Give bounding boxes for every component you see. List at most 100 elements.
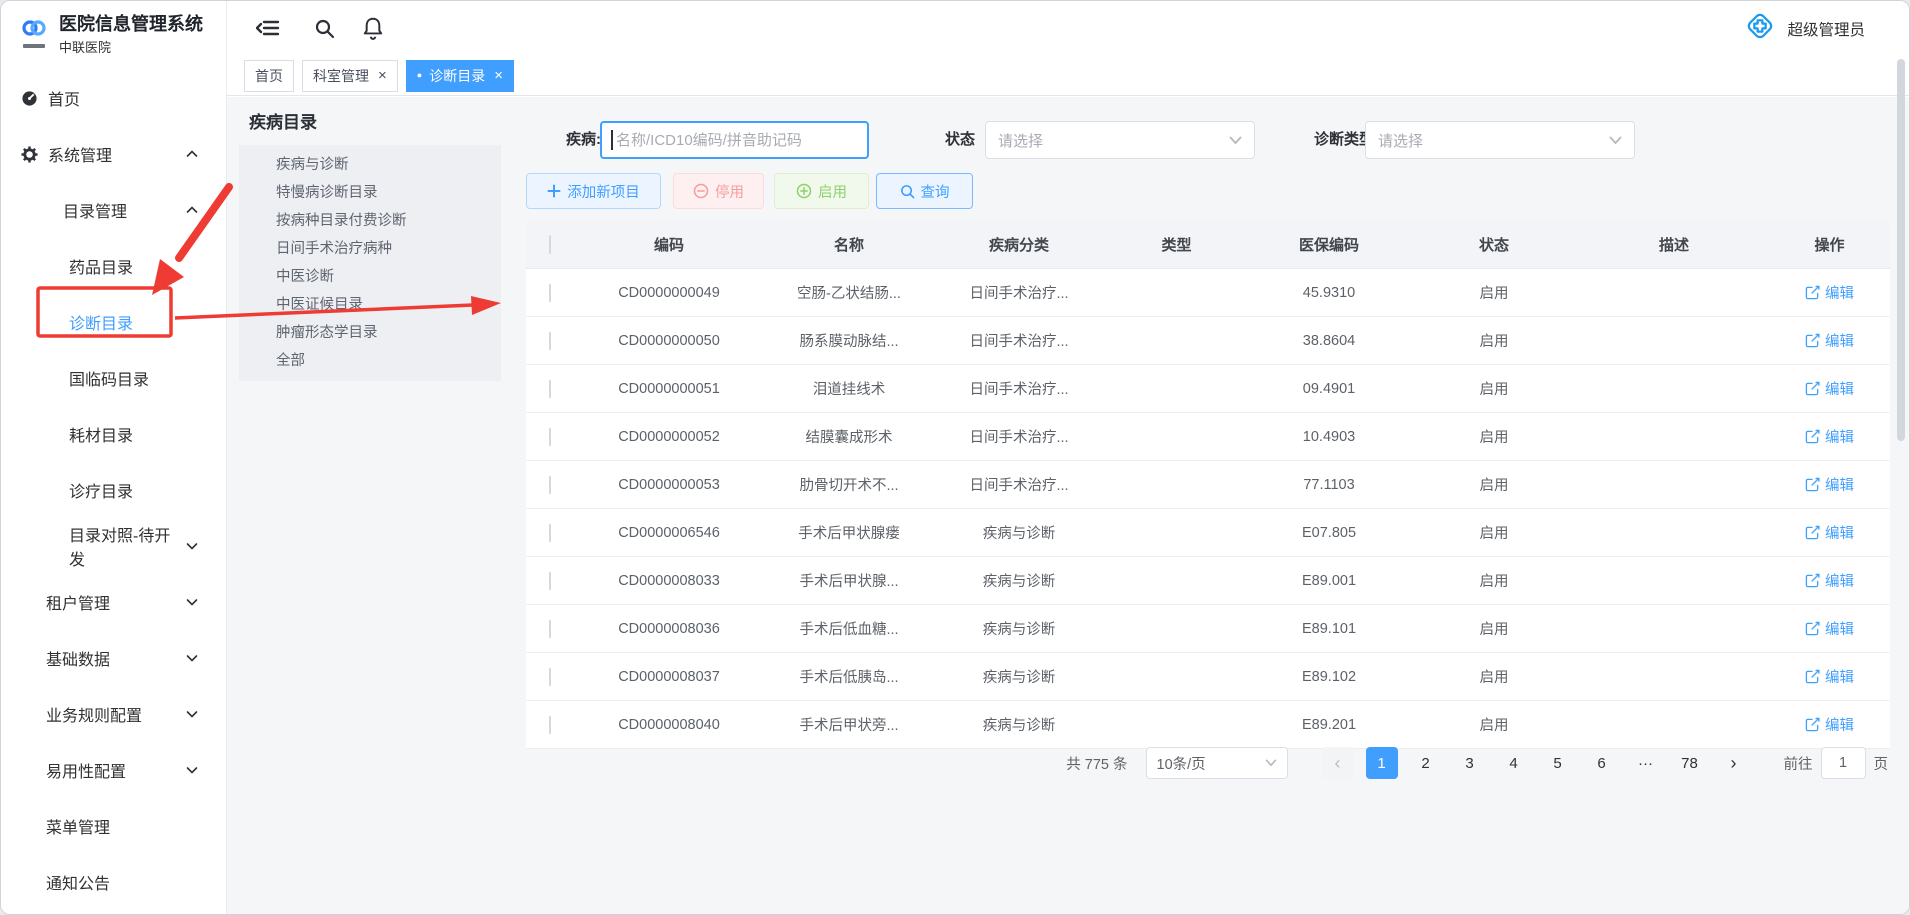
edit-button[interactable]: 编辑	[1805, 282, 1854, 303]
plus-icon	[547, 184, 561, 198]
sidebar-item[interactable]: 系统管理	[1, 126, 226, 182]
scrollbar-thumb[interactable]	[1897, 59, 1905, 441]
sidebar-item[interactable]: 易用性配置	[1, 742, 226, 798]
sidebar-item[interactable]: 菜单管理	[1, 798, 226, 854]
status-select-value: 请选择	[998, 130, 1043, 151]
edit-button[interactable]: 编辑	[1805, 570, 1854, 591]
table-row: CD0000006546 手术后甲状腺瘘 疾病与诊断 E07.805 启用 编辑	[526, 509, 1890, 557]
sidebar-item[interactable]: 药品目录	[1, 238, 226, 294]
row-checkbox[interactable]	[549, 572, 551, 590]
tab[interactable]: 首页	[244, 60, 294, 92]
collapse-menu-icon[interactable]	[256, 18, 280, 38]
sidebar-item[interactable]: 基础数据	[1, 630, 226, 686]
select-all-checkbox[interactable]	[549, 235, 551, 254]
row-checkbox[interactable]	[549, 476, 551, 494]
list-item[interactable]: 全部	[239, 347, 501, 375]
page-number-button[interactable]: ···	[1630, 747, 1662, 779]
edit-button[interactable]: 编辑	[1805, 618, 1854, 639]
page-number-button[interactable]: 78	[1674, 747, 1706, 779]
next-page-button[interactable]: ›	[1718, 747, 1750, 779]
row-checkbox[interactable]	[549, 428, 551, 446]
diagnosis-type-select[interactable]: 请选择	[1365, 121, 1635, 159]
sidebar-item[interactable]: 租户管理	[1, 574, 226, 630]
row-checkbox[interactable]	[549, 524, 551, 542]
list-item[interactable]: 特慢病诊断目录	[239, 179, 501, 207]
status-filter-label: 状态	[945, 121, 975, 159]
sidebar-item[interactable]: 国临码目录	[1, 350, 226, 406]
search-icon	[900, 184, 915, 199]
diagnosis-type-select-value: 请选择	[1378, 130, 1423, 151]
list-item[interactable]: 日间手术治疗病种	[239, 235, 501, 263]
row-checkbox[interactable]	[549, 332, 551, 350]
list-item[interactable]: 中医诊断	[239, 263, 501, 291]
row-checkbox[interactable]	[549, 380, 551, 398]
list-item[interactable]: 按病种目录付费诊断	[239, 207, 501, 235]
name-cell: 结膜囊成形术	[764, 413, 934, 461]
sidebar-item[interactable]: 耗材目录	[1, 406, 226, 462]
edit-button[interactable]: 编辑	[1805, 474, 1854, 495]
page-size-select[interactable]: 10条/页	[1146, 747, 1288, 779]
edit-label: 编辑	[1825, 330, 1854, 351]
sidebar-item[interactable]: 诊疗目录	[1, 462, 226, 518]
search-icon[interactable]	[314, 18, 335, 39]
enable-button[interactable]: 启用	[774, 173, 869, 209]
list-item[interactable]: 疾病与诊断	[239, 151, 501, 179]
sidebar-item[interactable]: 诊断目录	[1, 294, 226, 350]
edit-button[interactable]: 编辑	[1805, 522, 1854, 543]
edit-button[interactable]: 编辑	[1805, 378, 1854, 399]
sidebar-item[interactable]: 目录对照-待开发	[1, 518, 226, 574]
total-count: 共 775 条	[1066, 753, 1127, 774]
row-checkbox[interactable]	[549, 716, 551, 734]
edit-label: 编辑	[1825, 522, 1854, 543]
edit-button[interactable]: 编辑	[1805, 426, 1854, 447]
sidebar-item[interactable]: 目录管理	[1, 182, 226, 238]
edit-label: 编辑	[1825, 618, 1854, 639]
sidebar-item[interactable]: 业务规则配置	[1, 686, 226, 742]
page-number-button[interactable]: 1	[1366, 747, 1398, 779]
page-number-button[interactable]: 2	[1410, 747, 1442, 779]
edit-icon	[1805, 525, 1820, 540]
edit-button[interactable]: 编辑	[1805, 714, 1854, 735]
page-number-button[interactable]: 5	[1542, 747, 1574, 779]
status-select[interactable]: 请选择	[985, 121, 1255, 159]
page-unit-label: 页	[1874, 753, 1889, 774]
row-checkbox[interactable]	[549, 620, 551, 638]
row-select-cell	[526, 461, 574, 509]
add-item-label: 添加新项目	[567, 181, 640, 202]
user-menu[interactable]: 超级管理员	[1743, 1, 1865, 56]
status-cell: 启用	[1409, 653, 1579, 701]
page-number-button[interactable]: 6	[1586, 747, 1618, 779]
sidebar-item[interactable]: 通知公告	[1, 854, 226, 910]
list-item[interactable]: 肿瘤形态学目录	[239, 319, 501, 347]
disease-input[interactable]	[600, 121, 869, 159]
edit-button[interactable]: 编辑	[1805, 666, 1854, 687]
disable-button[interactable]: 停用	[673, 173, 764, 209]
page-size-value: 10条/页	[1157, 753, 1206, 774]
list-item[interactable]: 中医证候目录	[239, 291, 501, 319]
prev-page-button[interactable]: ‹	[1322, 747, 1354, 779]
page-number-button[interactable]: 3	[1454, 747, 1486, 779]
table-body: CD0000000049 空肠-乙状结肠... 日间手术治疗... 45.931…	[526, 269, 1890, 749]
chevron-down-icon	[186, 652, 198, 664]
code-cell: CD0000006546	[574, 509, 764, 557]
tab[interactable]: 科室管理 ×	[302, 60, 398, 92]
tab[interactable]: ● 诊断目录 ×	[406, 60, 514, 92]
type-cell	[1104, 605, 1249, 653]
gear-icon	[19, 144, 39, 164]
close-icon[interactable]: ×	[378, 68, 387, 83]
row-checkbox[interactable]	[549, 284, 551, 302]
table-row: CD0000000052 结膜囊成形术 日间手术治疗... 10.4903 启用…	[526, 413, 1890, 461]
row-checkbox[interactable]	[549, 668, 551, 686]
close-icon[interactable]: ×	[494, 68, 503, 83]
edit-button[interactable]: 编辑	[1805, 330, 1854, 351]
add-item-button[interactable]: 添加新项目	[526, 173, 661, 209]
category-cell: 日间手术治疗...	[934, 365, 1104, 413]
goto-page-input[interactable]	[1821, 747, 1866, 779]
table-row: CD0000008036 手术后低血糖... 疾病与诊断 E89.101 启用 …	[526, 605, 1890, 653]
notification-bell-icon[interactable]	[362, 16, 384, 40]
sidebar-item[interactable]: 首页	[1, 70, 226, 126]
status-cell: 启用	[1409, 701, 1579, 749]
insurance-code-cell: 45.9310	[1249, 269, 1409, 317]
query-button[interactable]: 查询	[876, 173, 973, 209]
page-number-button[interactable]: 4	[1498, 747, 1530, 779]
